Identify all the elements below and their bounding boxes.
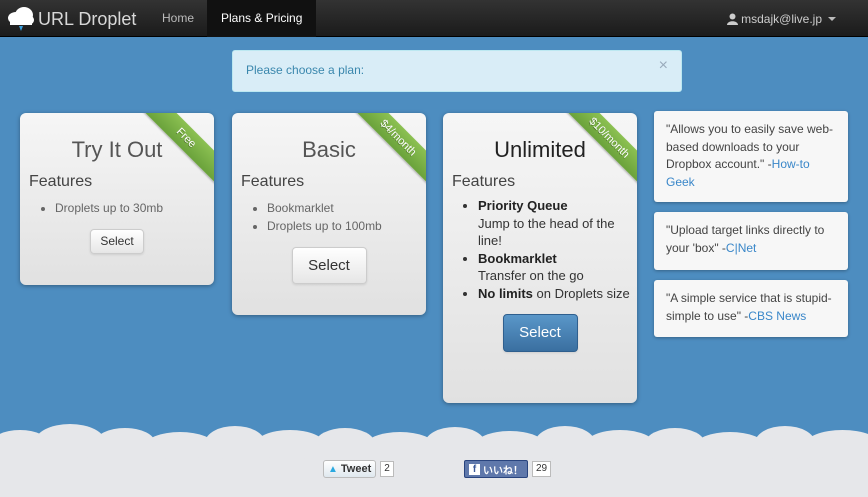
nav-home[interactable]: Home [148, 0, 208, 37]
feature-desc: Transfer on the go [478, 268, 584, 283]
feature-item: Droplets up to 100mb [267, 217, 426, 235]
feature-item: Bookmarklet Transfer on the go [478, 250, 637, 285]
tweet-widget: ▲ Tweet 2 [323, 460, 394, 478]
testimonial-source-link[interactable]: C|Net [726, 241, 756, 255]
caret-down-icon [828, 16, 836, 21]
tweet-count: 2 [380, 461, 394, 477]
user-icon [727, 13, 739, 25]
close-icon[interactable]: × [659, 58, 668, 74]
facebook-icon: f [469, 463, 480, 475]
features-heading: Features [452, 173, 516, 190]
feature-item: Droplets up to 30mb [55, 199, 214, 217]
nav-plans-pricing[interactable]: Plans & Pricing [207, 0, 317, 37]
feature-list: Droplets up to 30mb [20, 199, 214, 217]
facebook-like-button[interactable]: f いいね！ [464, 460, 528, 478]
tweet-label: Tweet [340, 463, 372, 475]
feature-item: Bookmarklet [267, 199, 426, 217]
feature-list: Bookmarklet Droplets up to 100mb [232, 199, 426, 235]
fb-like-label: いいね！ [483, 465, 523, 477]
feature-desc: on Droplets size [532, 285, 630, 301]
feature-item: No limits on Droplets size [478, 285, 637, 303]
select-button[interactable]: Select [291, 247, 367, 284]
feature-name: Priority Queue [478, 198, 568, 213]
select-button[interactable]: Select [90, 229, 144, 254]
testimonial: "Allows you to easily save web-based dow… [654, 111, 848, 202]
plan-card-unlimited: $10/month Unlimited Features Priority Qu… [443, 113, 637, 403]
features-heading: Features [241, 173, 305, 190]
select-button[interactable]: Select [502, 314, 578, 352]
tweet-button[interactable]: ▲ Tweet [323, 460, 377, 478]
plan-card-try-it-out: Free Try It Out Features Droplets up to … [20, 113, 214, 285]
plan-card-basic: $4/month Basic Features Bookmarklet Drop… [232, 113, 426, 315]
feature-desc: Jump to the head of the line! [478, 215, 615, 249]
features-heading: Features [29, 173, 93, 190]
twitter-bird-icon: ▲ [328, 463, 338, 475]
feature-name: No limits [478, 285, 533, 301]
testimonial: "A simple service that is stupid-simple … [654, 280, 848, 337]
user-email: msdajk@live.jp [741, 11, 822, 26]
feature-list: Priority Queue Jump to the head of the li… [443, 197, 637, 302]
testimonial-source-link[interactable]: CBS News [748, 309, 806, 323]
feature-name: Bookmarklet [478, 250, 557, 266]
brand[interactable]: URL Droplet [6, 4, 136, 34]
brand-name: URL Droplet [38, 8, 137, 29]
plan-alert: Please choose a plan: × [232, 50, 682, 92]
navbar: URL Droplet Home Plans & Pricing msdajk@… [0, 0, 868, 37]
testimonial: "Upload target links directly to your 'b… [654, 212, 848, 270]
facebook-like-widget: f いいね！ 29 [464, 460, 552, 478]
cloud-logo-icon [8, 7, 34, 31]
feature-item: Priority Queue Jump to the head of the li… [478, 197, 637, 250]
fb-like-count: 29 [532, 461, 552, 477]
user-menu[interactable]: msdajk@live.jp [727, 0, 836, 37]
alert-message: Please choose a plan: [246, 63, 365, 77]
